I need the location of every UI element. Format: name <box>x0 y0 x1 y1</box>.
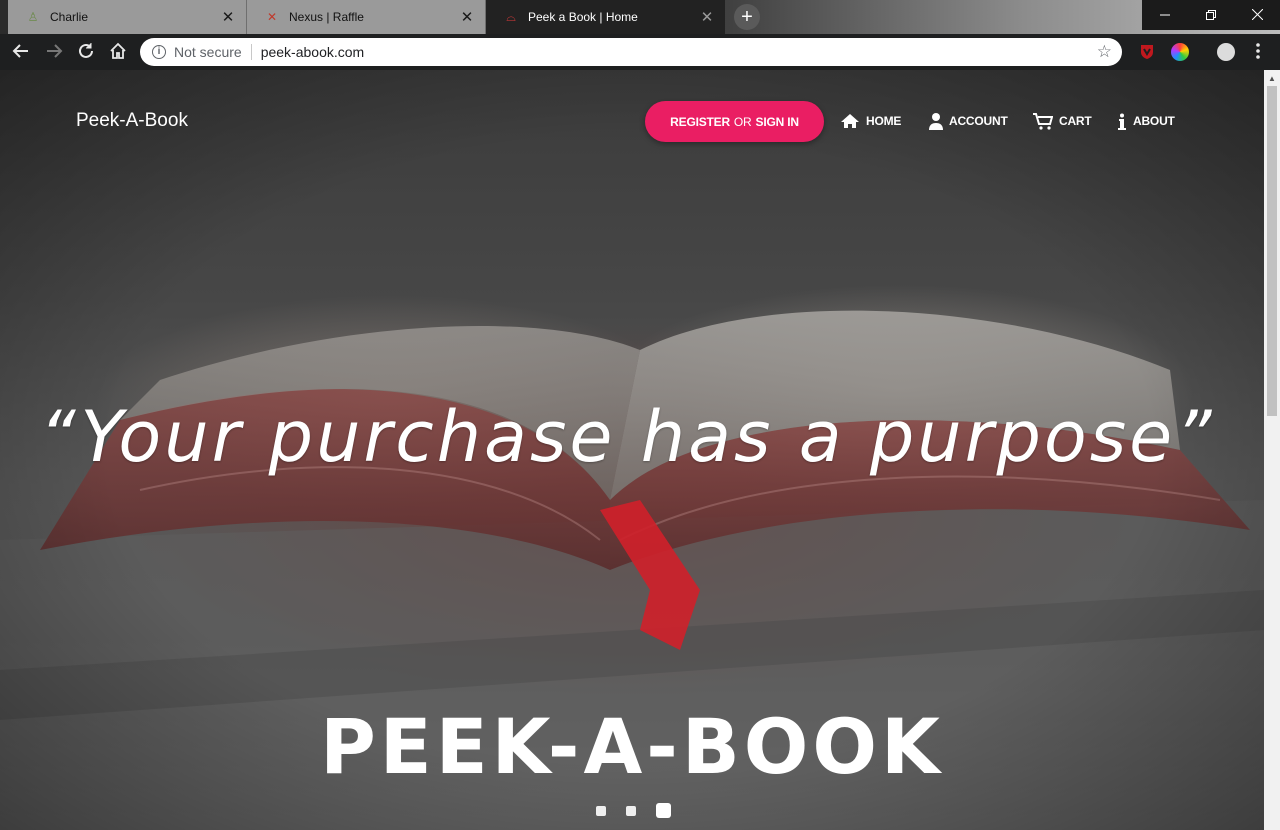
tab-title: Nexus | Raffle <box>289 10 364 24</box>
scrollbar-thumb[interactable] <box>1267 86 1277 416</box>
color-picker-extension-icon[interactable] <box>1171 43 1189 61</box>
info-icon[interactable]: i <box>152 45 166 59</box>
menu-kebab-icon[interactable] <box>1248 42 1268 62</box>
hero-quote: “Your purchase has a purpose” <box>39 396 1215 478</box>
nav-about[interactable]: ABOUT <box>1117 111 1175 131</box>
register-label: REGISTER <box>670 114 730 129</box>
nav-home[interactable]: HOME <box>840 111 901 131</box>
nav-cart[interactable]: CART <box>1033 111 1092 131</box>
nav-account[interactable]: ACCOUNT <box>929 111 1008 131</box>
tab-title: Charlie <box>50 10 89 24</box>
close-tab-icon[interactable]: ✕ <box>459 9 475 26</box>
signin-label: SIGN IN <box>755 114 799 129</box>
tab-title: Peek a Book | Home <box>528 10 638 24</box>
nav-account-label: ACCOUNT <box>949 114 1008 128</box>
tab-peek-a-book[interactable]: ⌓ Peek a Book | Home ✕ <box>486 0 725 34</box>
tab-strip: ♙ Charlie ✕ ✕ Nexus | Raffle ✕ ⌓ Peek a … <box>0 0 1280 34</box>
restore-button[interactable] <box>1188 0 1234 30</box>
minimize-button[interactable] <box>1142 0 1188 30</box>
register-signin-button[interactable]: REGISTER OR SIGN IN <box>645 101 824 142</box>
home-icon[interactable] <box>108 42 128 62</box>
address-bar[interactable]: i Not secure peek-abook.com ☆ <box>140 38 1122 66</box>
nav-cart-label: CART <box>1059 114 1092 128</box>
reload-icon[interactable] <box>76 42 96 62</box>
close-window-button[interactable] <box>1234 0 1280 30</box>
book-favicon-icon: ⌓ <box>506 9 516 24</box>
scroll-up-arrow-icon[interactable]: ▲ <box>1268 74 1276 83</box>
shield-extension-icon[interactable] <box>1138 43 1156 61</box>
back-icon[interactable] <box>11 42 31 62</box>
new-tab-button[interactable]: + <box>734 4 760 30</box>
minimize-icon <box>1160 14 1170 16</box>
site-brand[interactable]: Peek-A-Book <box>76 110 188 132</box>
address-separator <box>250 44 252 60</box>
carousel-dot-1[interactable] <box>596 805 606 816</box>
nav-about-label: ABOUT <box>1133 114 1175 128</box>
close-icon <box>1251 8 1263 21</box>
carousel-dot-2[interactable] <box>626 805 636 816</box>
carousel-dot-3[interactable] <box>656 803 671 818</box>
close-tab-icon[interactable]: ✕ <box>699 9 715 26</box>
tab-charlie[interactable]: ♙ Charlie ✕ <box>8 0 247 34</box>
profile-avatar-icon[interactable] <box>1217 43 1235 61</box>
hero-section: Peek-A-Book REGISTER OR SIGN IN HOME ACC… <box>0 70 1264 830</box>
info-icon <box>1118 113 1126 130</box>
hero-title: PEEK-A-BOOK <box>320 702 944 791</box>
user-icon <box>929 113 943 130</box>
bookmark-star-icon[interactable]: ☆ <box>1097 42 1112 62</box>
charlie-favicon-icon: ♙ <box>27 10 39 24</box>
or-label: OR <box>733 114 752 129</box>
close-tab-icon[interactable]: ✕ <box>220 9 236 26</box>
home-icon <box>841 114 859 128</box>
carousel-indicators <box>596 803 671 818</box>
nexus-favicon-icon: ✕ <box>266 10 278 24</box>
page-scrollbar[interactable]: ▲ <box>1264 70 1280 830</box>
url-text[interactable]: peek-abook.com <box>261 44 365 60</box>
nav-home-label: HOME <box>866 114 902 128</box>
tab-nexus-raffle[interactable]: ✕ Nexus | Raffle ✕ <box>247 0 486 34</box>
security-label: Not secure <box>174 44 242 60</box>
cart-icon <box>1033 112 1053 130</box>
forward-icon[interactable] <box>44 42 64 62</box>
restore-icon <box>1206 10 1216 20</box>
